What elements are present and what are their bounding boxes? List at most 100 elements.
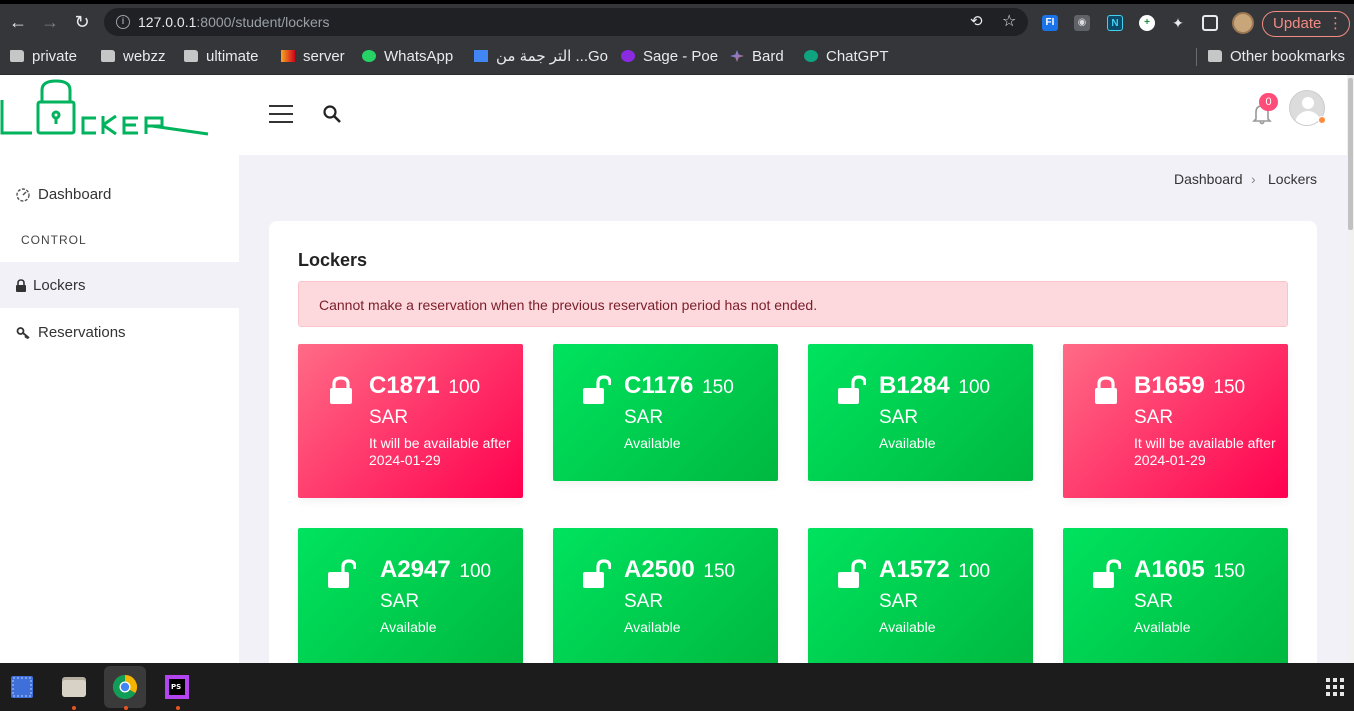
sidebar-section-heading: CONTROL — [21, 233, 87, 247]
side-panel-icon[interactable] — [1202, 15, 1218, 31]
locker-code: A1572 100 — [879, 556, 991, 583]
notification-count-badge: 0 — [1259, 93, 1278, 111]
forward-arrow-icon[interactable]: → — [36, 8, 64, 36]
locker-currency: SAR — [624, 407, 664, 428]
bard-sparkle-icon — [730, 50, 744, 62]
locker-code: A2947 100 — [380, 556, 492, 583]
menu-toggle-icon[interactable] — [269, 105, 293, 125]
locker-card[interactable]: A2947 100 SAR Available — [298, 528, 523, 665]
bookmark-bard[interactable]: Bard — [730, 48, 784, 66]
dashboard-gauge-icon — [16, 188, 30, 202]
chrome-icon[interactable] — [104, 666, 146, 708]
update-button[interactable]: Update ⋮ — [1262, 11, 1350, 37]
sidebar-item-label: Reservations — [38, 324, 126, 341]
locker-currency: SAR — [624, 591, 664, 612]
back-arrow-icon[interactable]: ← — [4, 8, 32, 36]
sidebar-item-dashboard[interactable]: Dashboard — [0, 171, 239, 217]
address-bar[interactable]: i 127.0.0.1:8000/student/lockers ⟲ ☆ — [104, 8, 1028, 36]
locker-currency: SAR — [380, 591, 420, 612]
bookmark-ultimate[interactable]: ultimate — [184, 48, 259, 66]
bookmark-google-translate[interactable]: التر جمة من ...Go — [474, 48, 608, 66]
search-icon[interactable] — [322, 104, 342, 124]
user-status-dot — [1318, 116, 1326, 124]
locker-code: A2500 150 — [624, 556, 736, 583]
camera-extension-icon[interactable]: ◉ — [1074, 15, 1090, 31]
locker-currency: SAR — [1134, 591, 1174, 612]
page-title: Lockers — [298, 250, 368, 270]
breadcrumb-current: Lockers — [1268, 171, 1318, 187]
folder-icon — [184, 50, 198, 62]
locker-status: It will be available after 2024-01-29 — [369, 435, 511, 468]
sidebar-item-reservations[interactable]: Reservations — [0, 309, 239, 355]
other-bookmarks[interactable]: Other bookmarks — [1208, 48, 1345, 66]
translate-extension-icon[interactable]: FI — [1042, 15, 1058, 31]
locker-currency: SAR — [1134, 407, 1174, 428]
bookmark-whatsapp[interactable]: WhatsApp — [362, 48, 453, 66]
locker-price: 150 — [1213, 377, 1246, 398]
bookmark-webzz[interactable]: webzz — [101, 48, 166, 66]
running-indicator — [176, 706, 180, 710]
locker-status: Available — [624, 435, 681, 451]
share-icon[interactable]: ⟲ — [970, 12, 983, 30]
locker-card[interactable]: A1572 100 SAR Available — [808, 528, 1033, 665]
lock-open-icon — [838, 375, 866, 404]
site-info-icon[interactable]: i — [116, 15, 130, 29]
locker-card[interactable]: C1176 150 SAR Available — [553, 344, 778, 481]
locker-status: Available — [879, 435, 936, 451]
extensions-puzzle-icon[interactable]: ✦ — [1170, 15, 1186, 31]
bookmark-poe[interactable]: Sage - Poe — [621, 48, 718, 66]
folder-icon — [1208, 50, 1222, 62]
locker-code: B1659 150 — [1134, 372, 1246, 399]
locker-price: 100 — [958, 561, 991, 582]
key-icon — [16, 327, 30, 340]
server-favicon — [281, 50, 295, 62]
locker-currency: SAR — [369, 407, 409, 428]
locker-card[interactable]: C1871 100 SAR It will be available after 2… — [298, 344, 523, 498]
locker-status: Available — [624, 619, 681, 635]
bookmark-server[interactable]: server — [281, 48, 345, 66]
app-grid-icon[interactable] — [1326, 678, 1344, 696]
folder-icon — [10, 50, 24, 62]
plus-extension-icon[interactable]: + — [1139, 15, 1155, 31]
bookmark-chatgpt[interactable]: ChatGPT — [804, 48, 889, 66]
reload-icon[interactable]: ↻ — [68, 8, 96, 36]
folder-icon — [101, 50, 115, 62]
sidebar-item-lockers[interactable]: Lockers — [0, 262, 239, 308]
lock-open-icon — [1093, 559, 1121, 588]
locker-card[interactable]: B1284 100 SAR Available — [808, 344, 1033, 481]
locker-card[interactable]: B1659 150 SAR It will be available after 2… — [1063, 344, 1288, 498]
google-translate-icon — [474, 50, 488, 62]
whatsapp-icon — [362, 50, 376, 62]
running-indicator — [124, 706, 128, 710]
phpstorm-icon[interactable]: PS — [156, 666, 198, 708]
lock-open-icon — [328, 559, 356, 588]
locker-card[interactable]: A2500 150 SAR Available — [553, 528, 778, 665]
locker-code: B1284 100 — [879, 372, 991, 399]
screenshot-app-icon[interactable] — [1, 666, 43, 708]
breadcrumb-dashboard[interactable]: Dashboard — [1174, 171, 1243, 187]
bookmark-star-icon[interactable]: ☆ — [1002, 11, 1016, 31]
menu-dots-icon[interactable]: ⋮ — [1328, 12, 1343, 36]
n-extension-icon[interactable]: N — [1107, 15, 1123, 31]
lock-closed-icon — [1095, 376, 1117, 404]
locker-card[interactable]: A1605 150 SAR Available — [1063, 528, 1288, 665]
profile-avatar[interactable] — [1232, 12, 1254, 34]
locker-status: Available — [879, 619, 936, 635]
files-app-icon[interactable] — [53, 666, 95, 708]
locker-code: C1176 150 — [624, 372, 734, 399]
url-text[interactable]: 127.0.0.1:8000/student/lockers — [138, 14, 329, 30]
lock-open-icon — [583, 559, 611, 588]
error-alert: Cannot make a reservation when the previ… — [298, 281, 1288, 327]
lock-icon — [16, 279, 26, 292]
os-taskbar — [0, 663, 1354, 711]
locker-price: 100 — [448, 377, 481, 398]
locker-price: 100 — [459, 561, 492, 582]
bookmark-private[interactable]: private — [10, 48, 77, 66]
locker-price: 150 — [702, 377, 734, 398]
sidebar-item-label: Lockers — [33, 277, 86, 294]
bookmarks-divider — [1196, 48, 1197, 66]
locker-logo[interactable] — [0, 78, 210, 140]
chatgpt-icon — [804, 50, 818, 62]
breadcrumb-chevron-icon: › — [1251, 171, 1256, 187]
page-scrollbar-thumb[interactable] — [1348, 78, 1353, 230]
